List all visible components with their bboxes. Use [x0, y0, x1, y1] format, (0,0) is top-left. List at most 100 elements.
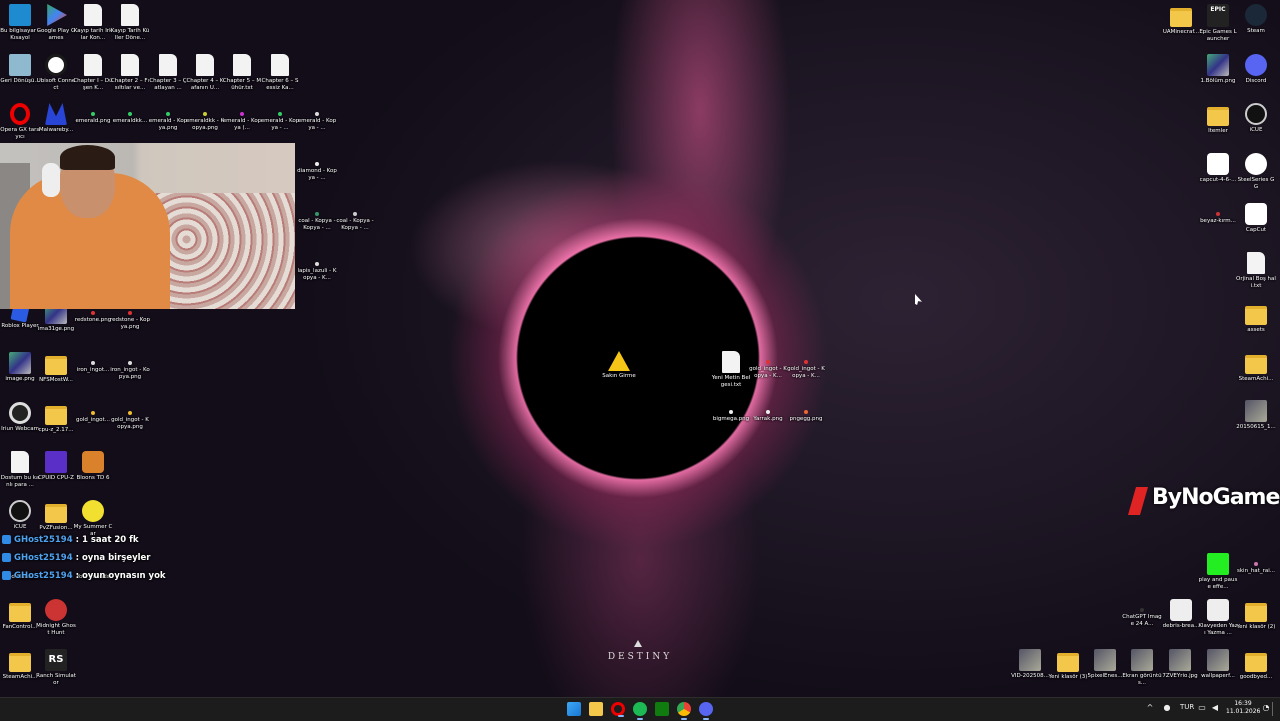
desktop-icon[interactable]: Google Play Games [36, 4, 76, 42]
desktop-icon[interactable]: Chapter 4 – Kafanın U... [185, 54, 225, 92]
desktop-icon[interactable]: emerald - Kopya - ... [297, 103, 337, 132]
desktop-icon[interactable]: Bloons TD 6 [73, 451, 113, 482]
desktop-icon[interactable]: goodbyed... [1236, 649, 1276, 681]
desktop-icon[interactable]: iron_ingot... [73, 352, 113, 374]
xbox-icon[interactable] [655, 702, 669, 716]
desktop-icon[interactable]: Bu bilgisayar - Kısayol [0, 4, 40, 42]
discord-icon[interactable] [699, 702, 713, 720]
desktop-icon[interactable]: assets [1236, 302, 1276, 334]
language-indicator[interactable]: TUR [1180, 703, 1194, 711]
desktop-icon[interactable]: Discord [1236, 54, 1276, 85]
desktop-icon[interactable]: Chapter I – Düşen K... [73, 54, 113, 92]
desktop-icon[interactable]: iCUE [0, 500, 40, 531]
desktop-icon[interactable]: ChatGPT Image 24 A... [1122, 599, 1162, 628]
icon-label: gold_ingot... [76, 417, 110, 423]
desktop-icon[interactable]: Chapter 3 – Çatlayan ... [148, 54, 188, 92]
desktop-icon[interactable]: gold_ingot... [73, 402, 113, 424]
desktop-icon[interactable]: emeraldkk... [110, 103, 150, 125]
show-desktop-button[interactable] [1272, 702, 1273, 716]
desktop-icon[interactable]: iron_ingot - Kopya.png [110, 352, 150, 381]
malwarebytes-icon [45, 103, 67, 125]
desktop-icon[interactable]: Malwareby... [36, 103, 76, 134]
desktop-icon[interactable]: FanControl... [0, 599, 40, 631]
desktop-icon[interactable]: play and pause effe... [1198, 553, 1238, 591]
desktop-icon[interactable]: Opera GX tarayıcı [0, 103, 40, 141]
desktop-icon[interactable]: Klavyeden Yazı Yazma ... [1198, 599, 1238, 637]
icon-label: Malwareby... [38, 127, 74, 133]
desktop-icon[interactable]: Yeni Metin Belgesi.txt [711, 351, 751, 389]
icon-label: İtemler [1208, 128, 1228, 134]
icon-label: assets [1247, 327, 1265, 333]
desktop-icon[interactable]: emeraldkk - Kopya.png [185, 103, 225, 132]
desktop-icon[interactable]: Yeni klasör (2) [1236, 599, 1276, 631]
desktop-icon[interactable]: emerald.png [73, 103, 113, 125]
desktop-icon[interactable]: UAMinecraf... [1161, 4, 1201, 36]
desktop-icon[interactable]: SteamAchi... [1236, 351, 1276, 383]
desktop-icon[interactable]: NFSMostW... [36, 352, 76, 384]
desktop-icon[interactable]: 20150615_1... [1236, 400, 1276, 431]
desktop-icon[interactable]: Kayıp tarih İrklar Kon... [73, 4, 113, 42]
desktop-icon[interactable]: CapCut [1236, 203, 1276, 234]
desktop-icon[interactable]: SteamAchi... [0, 649, 40, 681]
desktop-icon[interactable]: EPIC Epic Games Launcher [1198, 4, 1238, 43]
desktop-icon[interactable]: Chapter 5 – Mühür.txt [222, 54, 262, 92]
desktop-icon[interactable]: diamond - Kopya - ... [297, 153, 337, 182]
desktop-icon[interactable]: image.png [0, 352, 40, 383]
desktop-icon[interactable]: capcut-4-6-... [1198, 153, 1238, 184]
desktop-icon[interactable]: gold_ingot - Kopya.png [110, 402, 150, 431]
desktop-icon[interactable]: Chapter 6 – Sessiz Ka... [260, 54, 300, 92]
microphone-icon[interactable]: ● [1163, 704, 1171, 712]
desktop-icon[interactable]: VID-202508... [1010, 649, 1050, 680]
desktop-icon[interactable]: iCUE [1236, 103, 1276, 134]
icon-label: gold_ingot - Kopya - K... [749, 366, 787, 379]
opera-gx-icon[interactable] [611, 702, 625, 717]
display-icon[interactable]: ▭ [1198, 704, 1206, 712]
spotify-icon[interactable] [633, 702, 647, 720]
desktop-icon[interactable]: Kayıp Tarih Küller Döne... [110, 4, 150, 42]
desktop-icon[interactable]: İtemler [1198, 103, 1238, 135]
desktop-icon[interactable]: Orjinal Boş hali.txt [1236, 252, 1276, 290]
desktop-icon[interactable]: emerald - Kopya (... [222, 103, 262, 132]
file-explorer-icon[interactable] [589, 702, 603, 716]
desktop-icon[interactable]: lapis_lazuli - Kopya - K... [297, 253, 337, 282]
desktop-icon[interactable]: 5pixelEnes... [1085, 649, 1125, 680]
chrome-icon[interactable] [677, 702, 691, 720]
desktop-icon[interactable]: skin_hat_rai... [1236, 553, 1276, 575]
chevron-up-icon[interactable]: ^ [1146, 704, 1154, 712]
desktop-icon[interactable]: cpu-z_2.17... [36, 402, 76, 434]
desktop-icon[interactable]: 1.Bölüm.png [1198, 54, 1238, 85]
desktop-icon[interactable]: Ekran görüntüs... [1122, 649, 1162, 687]
desktop-icon[interactable]: CPUID CPU-Z [36, 451, 76, 482]
desktop-icon[interactable]: 7ZVEYrio.jpg [1160, 649, 1200, 680]
desktop-icon[interactable]: wallpaperf... [1198, 649, 1238, 680]
desktop-icon[interactable]: Ubisoft Connect [36, 54, 76, 92]
desktop-icon[interactable]: Yeni klasör (3) [1048, 649, 1088, 681]
desktop-icon[interactable]: emerald - Kopya.png [148, 103, 188, 132]
desktop-icon[interactable]: coal - Kopya - Kopya - ... [297, 203, 337, 232]
desktop-icon[interactable]: bigmega.png [711, 401, 751, 423]
desktop-icon[interactable]: Dostum bu kanlı para ... [0, 451, 40, 489]
desktop-icon[interactable]: Iriun Webcam [0, 402, 40, 433]
desktop-icon[interactable]: beyaz-kırm... [1198, 203, 1238, 225]
clock[interactable]: 16:39 11.01.2026 [1226, 700, 1260, 716]
desktop-icon[interactable]: Midnight Ghost Hunt [36, 599, 76, 637]
desktop-icon[interactable]: Yarrak.png [748, 401, 788, 423]
start-icon[interactable] [567, 702, 581, 716]
desktop-icon[interactable]: emerald - Kopya - ... [260, 103, 300, 132]
desktop-icon[interactable]: gold_ingot - Kopya - K... [748, 351, 788, 380]
volume-icon[interactable]: ◀ [1211, 704, 1219, 712]
file-icon [233, 54, 251, 76]
notification-bell-icon[interactable]: ◔ [1262, 704, 1270, 712]
desktop-icon[interactable]: Steam [1236, 4, 1276, 35]
desktop-icon[interactable]: Geri Dönüşü... [0, 54, 40, 85]
desktop-icon[interactable]: debris-brea... [1161, 599, 1201, 630]
desktop-icon[interactable]: gold_ingot - Kopya - K... [786, 351, 826, 380]
desktop-icon[interactable]: pngegg.png [786, 401, 826, 423]
desktop-icon[interactable]: SteelSeries GG [1236, 153, 1276, 191]
desktop-icon[interactable]: Chapter 2 – Fısıltılar ve... [110, 54, 150, 92]
desktop-icon[interactable]: PvZFusion... [36, 500, 76, 532]
desktop-icon[interactable]: Sakın Girme [598, 351, 640, 380]
desktop-icon[interactable]: RS Ranch Simulator [36, 649, 76, 687]
file-icon [11, 451, 29, 473]
desktop-icon[interactable]: coal - Kopya - Kopya - ... [335, 203, 375, 232]
